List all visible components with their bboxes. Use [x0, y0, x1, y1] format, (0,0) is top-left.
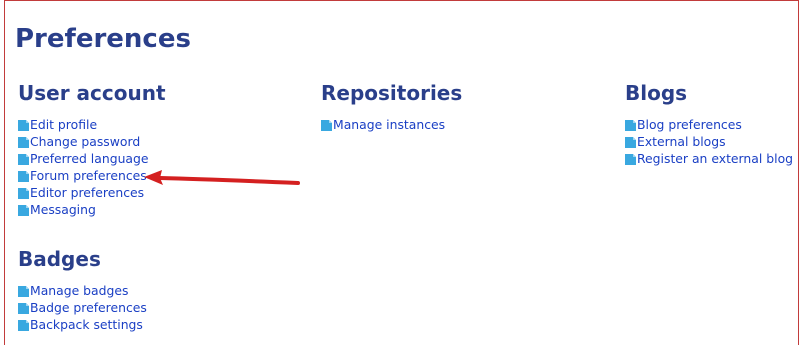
annotation-arrow-icon [144, 170, 300, 185]
document-icon [625, 136, 636, 148]
link-forum-preferences[interactable]: Forum preferences [30, 167, 147, 184]
document-icon [625, 153, 636, 165]
link-external-blogs[interactable]: External blogs [637, 133, 726, 150]
document-icon [18, 119, 29, 131]
list-item: Manage instances [321, 116, 462, 133]
document-icon [321, 119, 332, 131]
list-item: Change password [18, 133, 166, 150]
list-item: Edit profile [18, 116, 166, 133]
document-icon [625, 119, 636, 131]
link-messaging[interactable]: Messaging [30, 201, 96, 218]
link-list-user-account: Edit profile Change password Preferred l… [18, 116, 166, 218]
section-heading-blogs: Blogs [625, 81, 688, 105]
link-list-badges: Manage badges Badge preferences Backpack… [18, 282, 147, 333]
list-item: Register an external blog [625, 150, 793, 167]
document-icon [18, 136, 29, 148]
document-icon [18, 153, 29, 165]
link-change-password[interactable]: Change password [30, 133, 140, 150]
link-list-repositories: Manage instances [321, 116, 462, 133]
document-icon [18, 285, 29, 297]
document-icon [18, 170, 29, 182]
list-item: Manage badges [18, 282, 147, 299]
list-item: External blogs [625, 133, 793, 150]
link-manage-instances[interactable]: Manage instances [333, 116, 445, 133]
section-repositories: Repositories Manage instances [321, 80, 462, 133]
document-icon [18, 319, 29, 331]
link-preferred-language[interactable]: Preferred language [30, 150, 149, 167]
document-icon [18, 204, 29, 216]
list-item: Preferred language [18, 150, 166, 167]
link-register-external-blog[interactable]: Register an external blog [637, 150, 793, 167]
link-blog-preferences[interactable]: Blog preferences [637, 116, 742, 133]
section-badges: Badges Manage badges Badge preferences B… [18, 246, 147, 333]
document-icon [18, 187, 29, 199]
section-blogs: Blogs Blog preferences External blogs Re… [625, 80, 793, 167]
list-item: Blog preferences [625, 116, 793, 133]
link-edit-profile[interactable]: Edit profile [30, 116, 97, 133]
link-editor-preferences[interactable]: Editor preferences [30, 184, 144, 201]
list-item: Backpack settings [18, 316, 147, 333]
section-heading-user-account: User account [18, 81, 166, 105]
section-heading-badges: Badges [18, 247, 101, 271]
link-backpack-settings[interactable]: Backpack settings [30, 316, 143, 333]
section-heading-repositories: Repositories [321, 81, 463, 105]
link-manage-badges[interactable]: Manage badges [30, 282, 128, 299]
link-badge-preferences[interactable]: Badge preferences [30, 299, 147, 316]
link-list-blogs: Blog preferences External blogs Register… [625, 116, 793, 167]
document-icon [18, 302, 29, 314]
page-title: Preferences [15, 24, 191, 54]
list-item: Badge preferences [18, 299, 147, 316]
list-item: Messaging [18, 201, 166, 218]
section-user-account: User account Edit profile Change passwor… [18, 80, 166, 218]
